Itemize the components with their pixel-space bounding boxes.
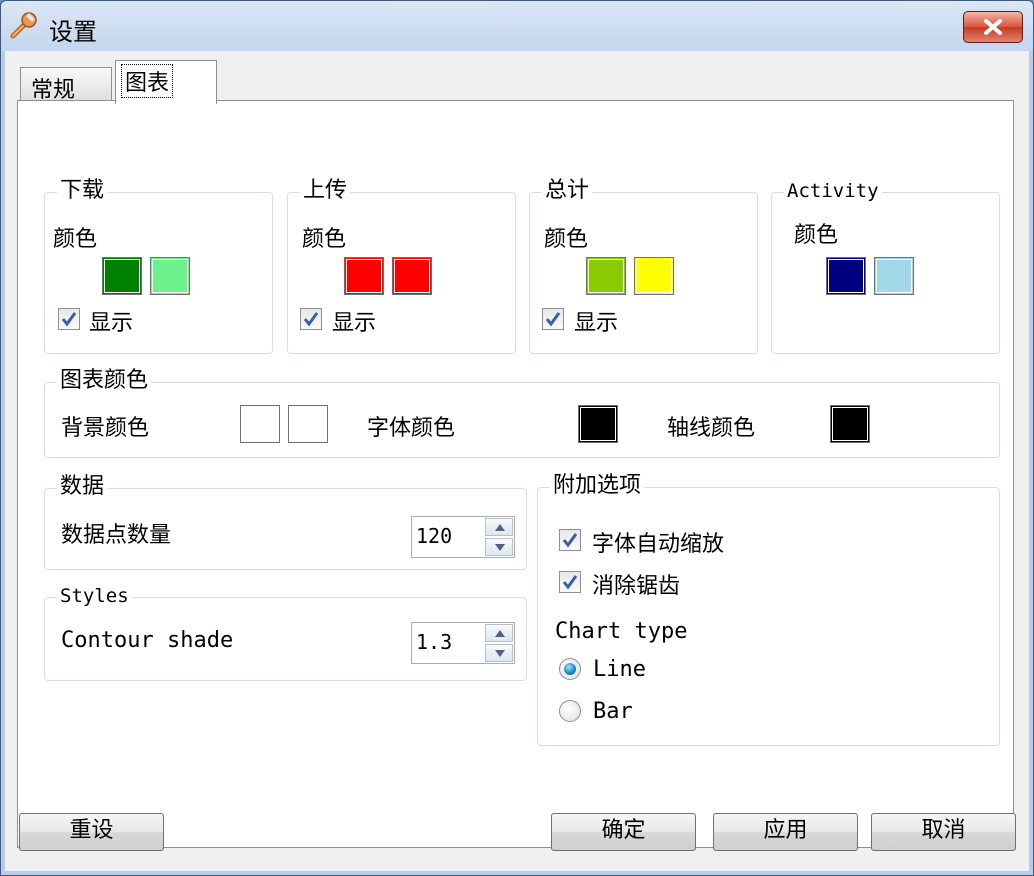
font-color-label: 字体颜色	[367, 416, 456, 441]
font-color-swatch[interactable]	[578, 405, 618, 443]
upload-color-label: 颜色	[302, 227, 347, 252]
spin-down-icon	[495, 650, 505, 657]
total-group-title: 总计	[542, 177, 593, 205]
reset-button[interactable]: 重设	[19, 813, 164, 851]
tab-charts-label: 图表	[120, 64, 174, 98]
data-group-title: 数据	[57, 473, 108, 501]
cancel-button[interactable]: 取消	[871, 813, 1016, 851]
chart-colors-group-title: 图表颜色	[57, 367, 152, 395]
dialog-client-area: 常规 图表 下载 颜色 显示 上传 颜色 显示 总计 颜色 显示 Activit…	[5, 51, 1029, 871]
download-show-checkbox[interactable]	[58, 308, 80, 330]
contour-shade-down-button[interactable]	[485, 644, 513, 662]
total-color-swatch-1[interactable]	[586, 257, 626, 295]
spin-up-icon	[495, 524, 505, 531]
download-color-label: 颜色	[53, 227, 98, 252]
data-points-label: 数据点数量	[61, 523, 172, 548]
data-points-up-button[interactable]	[485, 518, 513, 536]
chart-colors-group: 图表颜色 背景颜色 字体颜色 轴线颜色	[44, 367, 1000, 458]
font-autoscale-label: 字体自动缩放	[592, 532, 725, 557]
total-group: 总计 颜色 显示	[529, 177, 758, 354]
total-show-label: 显示	[574, 311, 619, 336]
download-group-title: 下载	[57, 177, 108, 205]
background-color-label: 背景颜色	[61, 416, 150, 441]
extra-options-group-title: 附加选项	[550, 472, 645, 500]
styles-group-title: Styles	[57, 582, 132, 610]
axis-color-swatch[interactable]	[830, 405, 870, 443]
spin-up-icon	[495, 630, 505, 637]
chart-type-bar-label: Bar	[593, 699, 633, 724]
checkmark-icon	[562, 533, 578, 548]
antialias-label: 消除锯齿	[592, 574, 681, 599]
font-autoscale-checkbox[interactable]	[559, 529, 581, 551]
chart-type-bar-radio[interactable]	[559, 700, 581, 722]
total-show-checkbox[interactable]	[542, 308, 564, 330]
close-icon	[984, 19, 1002, 35]
activity-color-swatch-1[interactable]	[826, 257, 866, 295]
upload-color-swatch-2[interactable]	[392, 257, 432, 295]
close-button[interactable]	[963, 11, 1023, 43]
upload-group: 上传 颜色 显示	[287, 177, 516, 354]
upload-show-checkbox[interactable]	[300, 308, 322, 330]
axis-color-label: 轴线颜色	[667, 416, 756, 441]
upload-color-swatch-1[interactable]	[344, 257, 384, 295]
settings-window: 设置 常规 图表 下载 颜色 显示 上传 颜色 显示 总计 颜色 显示 Acti…	[0, 0, 1034, 876]
background-color-swatch-2[interactable]	[288, 405, 328, 443]
chart-type-line-label: Line	[593, 657, 646, 682]
activity-color-label: 颜色	[794, 223, 839, 248]
download-show-label: 显示	[89, 311, 134, 336]
title-bar[interactable]: 设置	[1, 1, 1033, 51]
checkmark-icon	[562, 575, 578, 590]
background-color-swatch-1[interactable]	[240, 405, 280, 443]
contour-shade-spinbox[interactable]: 1.3	[411, 622, 515, 664]
ok-button[interactable]: 确定	[551, 813, 696, 851]
activity-group-title: Activity	[784, 177, 882, 205]
antialias-checkbox[interactable]	[559, 571, 581, 593]
upload-show-label: 显示	[332, 311, 377, 336]
tab-general[interactable]: 常规	[20, 67, 112, 103]
contour-shade-up-button[interactable]	[485, 624, 513, 642]
chart-type-label: Chart type	[555, 619, 688, 644]
data-points-down-button[interactable]	[485, 538, 513, 556]
checkmark-icon	[303, 312, 319, 327]
total-color-swatch-2[interactable]	[634, 257, 674, 295]
activity-color-swatch-2[interactable]	[874, 257, 914, 295]
checkmark-icon	[61, 312, 77, 327]
chart-type-line-radio[interactable]	[559, 658, 581, 680]
spin-down-icon	[495, 544, 505, 551]
download-color-swatch-2[interactable]	[150, 257, 190, 295]
styles-group: Styles Contour shade 1.3	[44, 582, 527, 681]
tab-panel-charts: 下载 颜色 显示 上传 颜色 显示 总计 颜色 显示 Activity 颜色 图…	[17, 100, 1014, 848]
tab-charts[interactable]: 图表	[115, 60, 217, 104]
apply-button[interactable]: 应用	[713, 813, 858, 851]
contour-shade-label: Contour shade	[61, 628, 234, 653]
contour-shade-value: 1.3	[416, 630, 453, 654]
download-group: 下载 颜色 显示	[44, 177, 273, 354]
activity-group: Activity 颜色	[771, 177, 1000, 354]
extra-options-group: 附加选项 字体自动缩放 消除锯齿 Chart type Line Bar	[537, 472, 1000, 746]
data-group: 数据 数据点数量 120	[44, 473, 527, 570]
window-title: 设置	[49, 18, 97, 46]
data-points-value: 120	[416, 524, 453, 548]
total-color-label: 颜色	[544, 227, 589, 252]
data-points-spinbox[interactable]: 120	[411, 516, 515, 558]
wrench-icon	[10, 12, 37, 39]
download-color-swatch-1[interactable]	[102, 257, 142, 295]
checkmark-icon	[545, 312, 561, 327]
upload-group-title: 上传	[300, 177, 351, 205]
